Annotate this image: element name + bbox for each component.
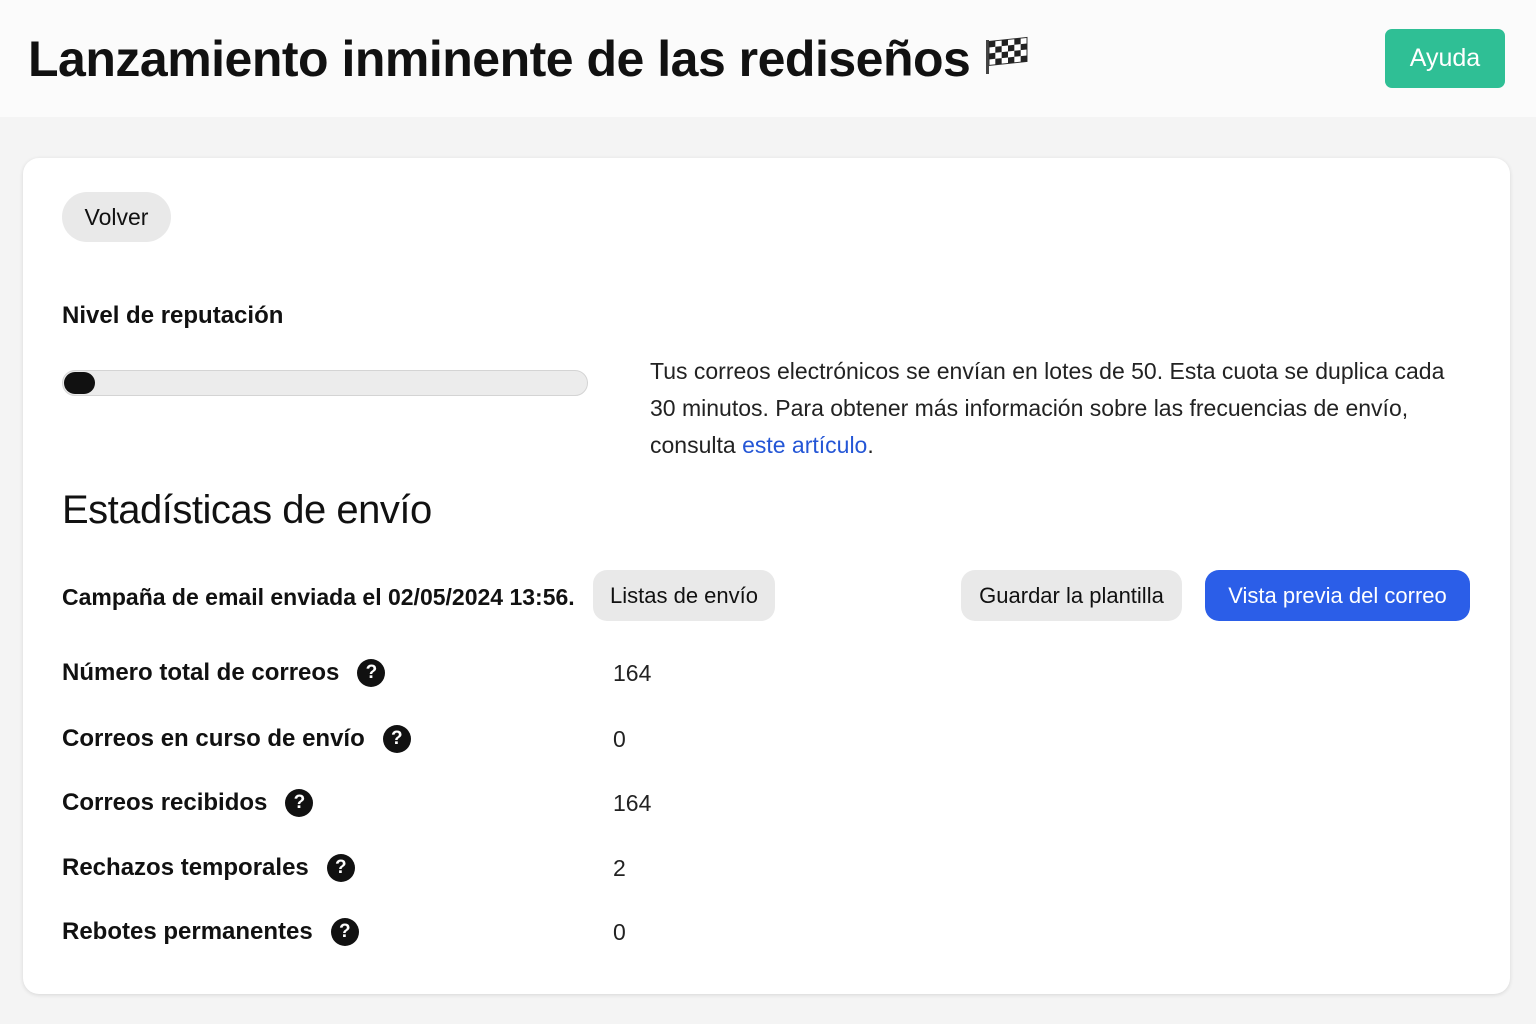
stat-value: 164 [613, 790, 652, 816]
stat-row-in-progress: Correos en curso de envío ? 0 [62, 719, 762, 759]
article-link[interactable]: este artículo [742, 432, 867, 458]
reputation-progress-bar [62, 370, 588, 396]
stat-label-text: Número total de correos [62, 659, 340, 686]
stat-label: Número total de correos ? [62, 653, 386, 693]
stat-row-total: Número total de correos ? 164 [62, 653, 762, 693]
reputation-progress-fill [64, 372, 96, 394]
stat-label: Correos en curso de envío ? [62, 719, 411, 759]
stats-heading: Estadísticas de envío [62, 488, 432, 532]
save-template-button[interactable]: Guardar la plantilla [961, 570, 1182, 621]
question-circle-icon[interactable]: ? [326, 854, 355, 882]
back-button[interactable]: Volver [62, 192, 171, 242]
reputation-label: Nivel de reputación [62, 302, 284, 329]
page-title: Lanzamiento inminente de las rediseños [28, 30, 1030, 88]
stat-value: 0 [613, 919, 626, 945]
sending-info-text: Tus correos electrónicos se envían en lo… [650, 353, 1460, 464]
campaign-stats-card: Volver Nivel de reputación Tus correos e… [23, 158, 1510, 994]
stat-label-text: Correos en curso de envío [62, 725, 365, 752]
help-button[interactable]: Ayuda [1385, 29, 1505, 88]
stat-row-hard-bounces: Rebotes permanentes ? 0 [62, 912, 762, 952]
campaign-sent-text: Campaña de email enviada el 02/05/2024 1… [62, 584, 575, 610]
stat-label: Rechazos temporales ? [62, 848, 355, 888]
question-circle-icon[interactable]: ? [357, 659, 386, 687]
stat-value: 164 [613, 660, 652, 686]
stat-value: 2 [613, 855, 626, 881]
question-circle-icon[interactable]: ? [382, 725, 411, 753]
top-bar: Lanzamiento inminente de las rediseños A… [0, 0, 1536, 117]
mailing-lists-button[interactable]: Listas de envío [593, 570, 775, 621]
page-title-text: Lanzamiento inminente de las rediseños [28, 31, 971, 87]
checkered-flag-icon [986, 36, 1028, 74]
stat-label: Correos recibidos ? [62, 783, 314, 823]
stat-label-text: Correos recibidos [62, 789, 268, 816]
email-preview-button[interactable]: Vista previa del correo [1205, 570, 1470, 621]
stat-value: 0 [613, 726, 626, 752]
question-circle-icon[interactable]: ? [285, 789, 314, 817]
question-circle-icon[interactable]: ? [330, 918, 359, 946]
stat-row-received: Correos recibidos ? 164 [62, 783, 762, 823]
stat-row-soft-bounces: Rechazos temporales ? 2 [62, 848, 762, 888]
stat-label-text: Rechazos temporales [62, 854, 309, 881]
stat-label: Rebotes permanentes ? [62, 912, 359, 952]
sending-info-end: . [867, 432, 874, 458]
stat-label-text: Rebotes permanentes [62, 918, 313, 945]
